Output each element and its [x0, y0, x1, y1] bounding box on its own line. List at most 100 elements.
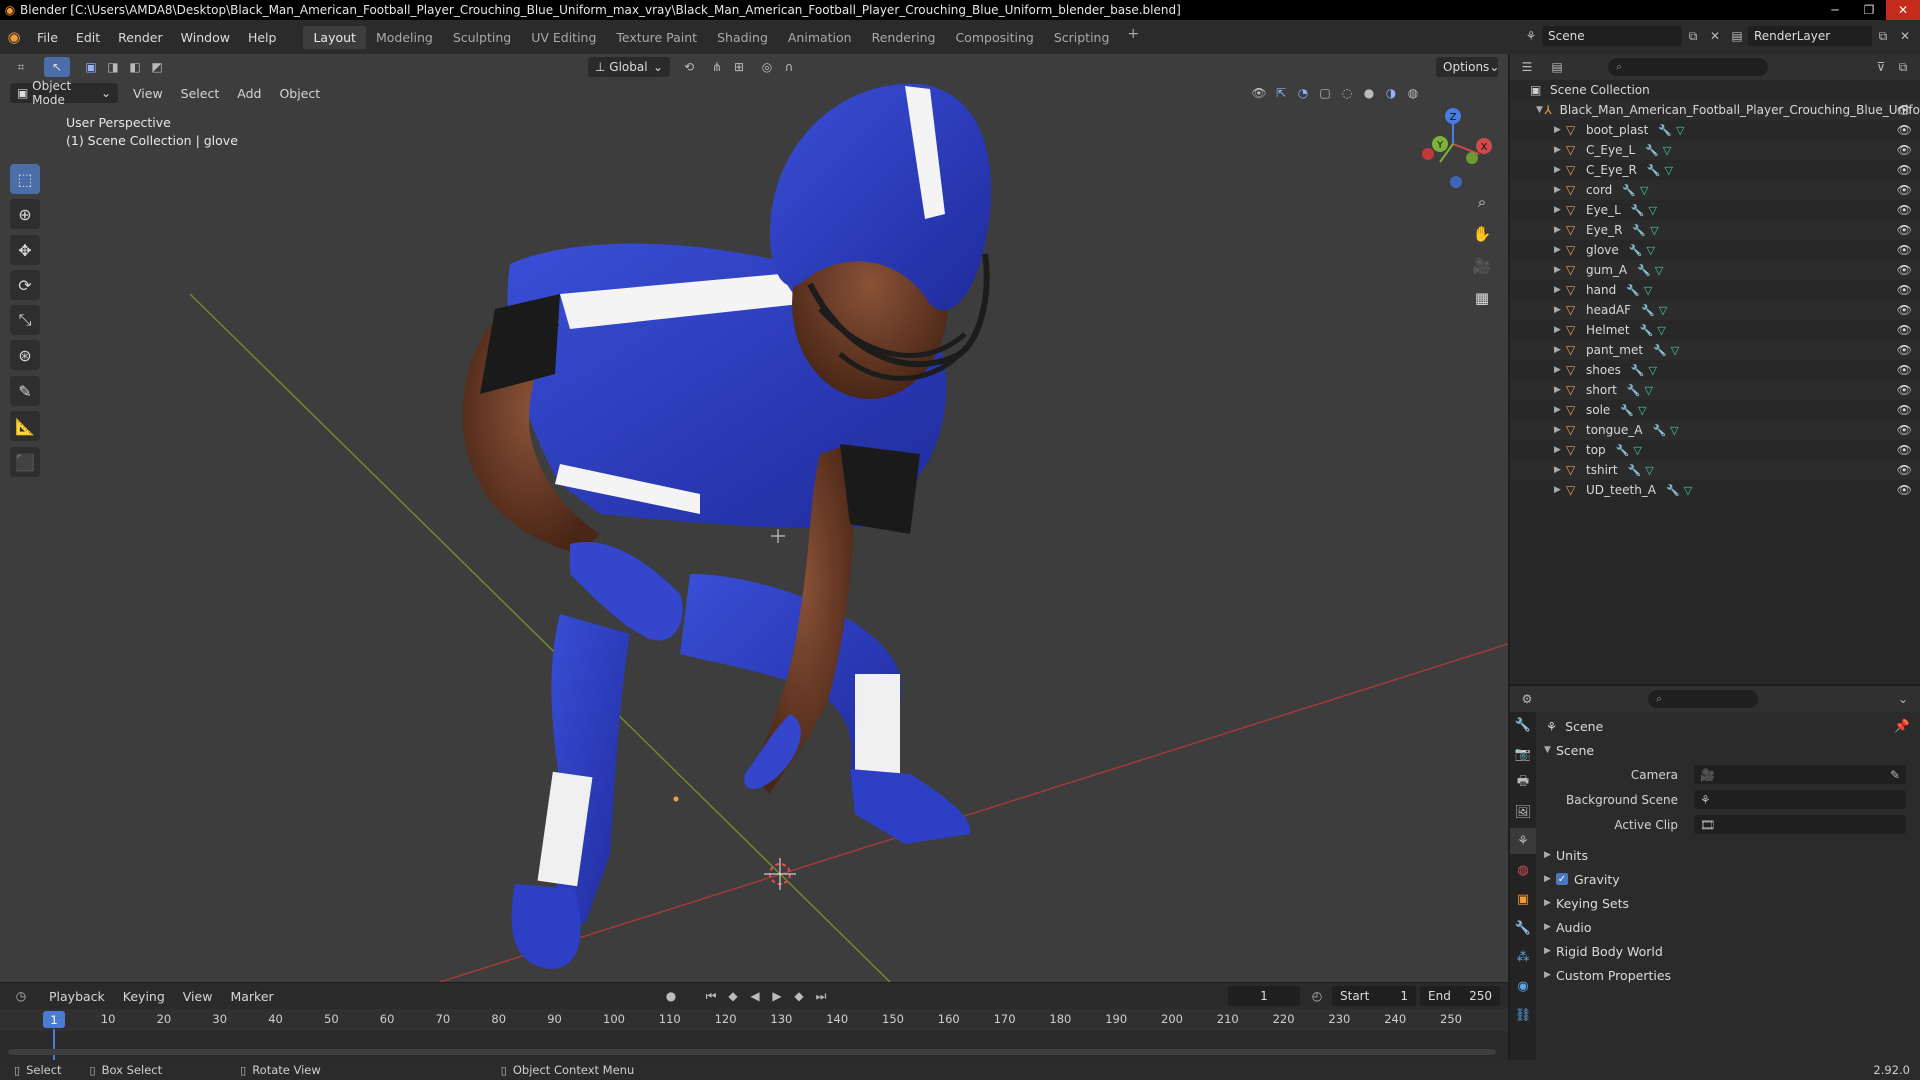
pivot-point-icon[interactable]: ⟲ [678, 57, 700, 77]
chevron-down-icon[interactable]: ⌄ [1892, 689, 1914, 709]
outliner-object-row[interactable]: ▶ ▽ C_Eye_L 🔧 ▽ 👁 [1510, 140, 1920, 160]
playhead-line[interactable] [53, 1029, 55, 1062]
select-tool-icon[interactable]: ↖ [44, 57, 70, 77]
visibility-eye-icon[interactable]: 👁 [1897, 243, 1912, 257]
editor-type-icon[interactable]: ⌗ [10, 57, 32, 77]
outliner-search-input[interactable]: ⌕ [1608, 58, 1768, 76]
outliner-editor-type-icon[interactable]: ☰ [1516, 57, 1538, 77]
cursor-tool-icon[interactable]: ⊕ [10, 199, 40, 229]
scene-panel-header[interactable]: ▼ Scene [1538, 738, 1920, 762]
maximize-button[interactable]: ❐ [1852, 0, 1886, 20]
modifier-icon[interactable]: 🔧 [1631, 364, 1645, 377]
outliner-object-row[interactable]: ▶ ▽ sole 🔧 ▽ 👁 [1510, 400, 1920, 420]
timeline-view-menu[interactable]: View [174, 989, 222, 1004]
new-collection-icon[interactable]: ⧉ [1892, 57, 1914, 77]
menu-help[interactable]: Help [239, 30, 286, 45]
modifier-icon[interactable]: 🔧 [1645, 144, 1659, 157]
pin-icon[interactable]: 📌 [1894, 718, 1910, 734]
visibility-eye-icon[interactable]: 👁 [1897, 103, 1912, 117]
collapsed-arrow-icon[interactable]: ▶ [1554, 365, 1566, 375]
play-reverse-icon[interactable]: ◀ [744, 986, 766, 1006]
minimize-button[interactable]: ─ [1818, 0, 1852, 20]
zoom-icon[interactable]: ⌕ [1468, 188, 1496, 216]
timeline-ruler[interactable]: 1 10 20 30 40 50 60 70 80 90 100 110 120 130 140 150 160… [0, 1009, 1508, 1062]
outliner-scene-collection[interactable]: ▣ Scene Collection [1510, 80, 1920, 100]
active-clip-field[interactable]: 🎞 [1694, 815, 1906, 834]
visibility-eye-icon[interactable]: 👁 [1897, 463, 1912, 477]
menu-render[interactable]: Render [109, 30, 172, 45]
timeline-scrollbar[interactable] [8, 1049, 1496, 1055]
jump-start-icon[interactable]: ⏮ [700, 986, 722, 1006]
tab-layout[interactable]: Layout [303, 25, 366, 49]
mesh-data-icon[interactable]: ▽ [1640, 184, 1648, 197]
viewport-menu-object[interactable]: Object [270, 86, 329, 101]
renderlayer-name-field[interactable]: RenderLayer [1748, 26, 1872, 46]
collapsed-arrow-icon[interactable]: ▶ [1554, 385, 1566, 395]
visibility-eye-icon[interactable]: 👁 [1897, 283, 1912, 297]
outliner-object-row[interactable]: ▶ ▽ Helmet 🔧 ▽ 👁 [1510, 320, 1920, 340]
physics-tab-icon[interactable]: ◉ [1510, 973, 1536, 999]
mesh-data-icon[interactable]: ▽ [1657, 324, 1665, 337]
outliner-object-row[interactable]: ▶ ▽ tshirt 🔧 ▽ 👁 [1510, 460, 1920, 480]
mesh-data-icon[interactable]: ▽ [1663, 144, 1671, 157]
mesh-data-icon[interactable]: ▽ [1676, 124, 1684, 137]
visibility-eye-icon[interactable]: 👁 [1897, 423, 1912, 437]
add-workspace-icon[interactable]: + [1119, 26, 1147, 49]
annotate-tool-icon[interactable]: ✎ [10, 376, 40, 406]
start-frame-field[interactable]: Start 1 [1332, 986, 1416, 1006]
rigid-body-world-panel[interactable]: ▶ Rigid Body World [1538, 939, 1920, 963]
mesh-data-icon[interactable]: ▽ [1671, 344, 1679, 357]
timeline-editor-type-icon[interactable]: ◷ [10, 986, 32, 1006]
eyedropper-icon[interactable]: ✎ [1890, 768, 1900, 782]
outliner-object-row[interactable]: ▶ ▽ Eye_R 🔧 ▽ 👁 [1510, 220, 1920, 240]
modifier-icon[interactable]: 🔧 [1616, 444, 1630, 457]
outliner-object-row[interactable]: ▶ ▽ C_Eye_R 🔧 ▽ 👁 [1510, 160, 1920, 180]
select-mode-subtract-icon[interactable]: ◧ [124, 57, 146, 77]
visibility-eye-icon[interactable]: 👁 [1897, 123, 1912, 137]
modifier-icon[interactable]: 🔧 [1647, 164, 1661, 177]
tab-animation[interactable]: Animation [778, 26, 862, 49]
visibility-eye-icon[interactable]: 👁 [1897, 483, 1912, 497]
modifier-icon[interactable]: 🔧 [1626, 284, 1640, 297]
viewport-menu-add[interactable]: Add [228, 86, 270, 101]
shading-solid-icon[interactable]: ● [1358, 83, 1380, 103]
visibility-eye-icon[interactable]: 👁 [1897, 403, 1912, 417]
tab-scripting[interactable]: Scripting [1044, 26, 1120, 49]
xray-toggle-icon[interactable]: ▢ [1314, 83, 1336, 103]
visibility-eye-icon[interactable]: 👁 [1897, 143, 1912, 157]
jump-end-icon[interactable]: ⏭ [810, 986, 832, 1006]
mesh-data-icon[interactable]: ▽ [1644, 284, 1652, 297]
visibility-eye-icon[interactable]: 👁 [1897, 263, 1912, 277]
tool-tab-icon[interactable]: 🔧 [1510, 712, 1536, 738]
modifier-icon[interactable]: 🔧 [1631, 204, 1645, 217]
collapsed-arrow-icon[interactable]: ▶ [1554, 225, 1566, 235]
proportional-falloff-icon[interactable]: ∩ [778, 57, 800, 77]
playback-menu[interactable]: Playback [40, 989, 114, 1004]
mesh-data-icon[interactable]: ▽ [1646, 244, 1654, 257]
menu-window[interactable]: Window [172, 30, 239, 45]
gizmo-toggle-icon[interactable]: ⇱ [1270, 83, 1292, 103]
tab-sculpting[interactable]: Sculpting [443, 26, 521, 49]
menu-edit[interactable]: Edit [67, 30, 109, 45]
shading-material-icon[interactable]: ◑ [1380, 83, 1402, 103]
camera-view-icon[interactable]: 🎥 [1468, 252, 1496, 280]
mesh-data-icon[interactable]: ▽ [1684, 484, 1692, 497]
proportional-editing-icon[interactable]: ◎ [756, 57, 778, 77]
modifier-icon[interactable]: 🔧 [1666, 484, 1680, 497]
modifier-icon[interactable]: 🔧 [1627, 384, 1641, 397]
visibility-eye-icon[interactable]: 👁 [1897, 443, 1912, 457]
modifier-icon[interactable]: 🔧 [1641, 304, 1655, 317]
mesh-data-icon[interactable]: ▽ [1655, 264, 1663, 277]
background-scene-field[interactable]: ⚘ [1694, 790, 1906, 809]
scene-tab-icon[interactable]: ⚘ [1510, 828, 1536, 854]
mode-dropdown[interactable]: ▣ Object Mode ⌄ [10, 79, 118, 107]
select-mode-new-icon[interactable]: ▣ [80, 57, 102, 77]
collapsed-arrow-icon[interactable]: ▶ [1554, 285, 1566, 295]
menu-file[interactable]: File [28, 30, 67, 45]
collapsed-arrow-icon[interactable]: ▶ [1554, 245, 1566, 255]
mesh-data-icon[interactable]: ▽ [1665, 164, 1673, 177]
outliner-object-row[interactable]: ▶ ▽ short 🔧 ▽ 👁 [1510, 380, 1920, 400]
select-mode-intersect-icon[interactable]: ◩ [146, 57, 168, 77]
new-renderlayer-icon[interactable]: ⧉ [1872, 26, 1894, 46]
visibility-eye-icon[interactable]: 👁 [1897, 303, 1912, 317]
